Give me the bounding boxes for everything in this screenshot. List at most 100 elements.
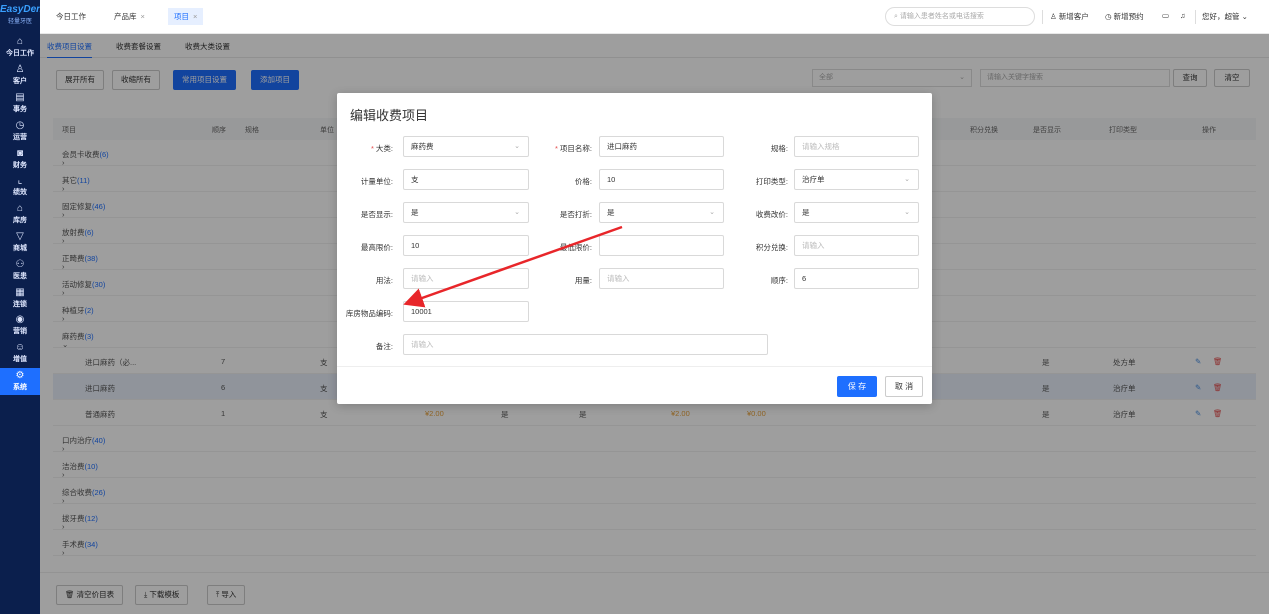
sidebar-item-label: 医患 [13,272,27,280]
nav-icon: ◉ [15,314,25,326]
sidebar-item[interactable]: ◙ 财务 [0,145,40,173]
top-bar: 今日工作 产品库 × 项目 × ⌕ 请输入患者姓名或电话搜索 ♙ 新增客户 ◷ 新增… [40,0,1269,34]
bell-icon[interactable]: ♫ [1180,11,1186,20]
price-change-select[interactable]: 是 ⌄ [794,202,919,223]
chevron-down-icon: ⌄ [514,209,520,216]
category-select[interactable]: 麻药费 ⌄ [403,136,529,157]
new-customer-label: 新增客户 [1058,12,1089,21]
print-type-label: 打印类型: [755,177,788,186]
category-label-text: 大类: [375,144,393,153]
sidebar-item[interactable]: ⚙ 系统 [0,367,40,396]
nav-icon: ▤ [15,91,25,103]
unit-input[interactable]: 支 [403,169,529,190]
order-input[interactable]: 6 [794,268,919,289]
sidebar-item-label: 商城 [13,244,27,252]
sidebar-item-label: 运营 [13,133,27,141]
tab-label: 产品库 [114,12,137,21]
sidebar: EasyDent 轻量牙医 ⌂ 今日工作 ♙ 客户 ▤ 事务 ◷ 运营 ◙ 财务 ⌞ 绩效 ⌂ 库房 ▽ 商城… [0,0,46,614]
save-button[interactable]: 保 存 [837,376,877,397]
show-label: 是否显示: [360,210,393,219]
sidebar-item[interactable]: ⌂ 库房 [0,201,40,229]
sidebar-item[interactable]: ▤ 事务 [0,90,40,118]
new-appointment-button[interactable]: ◷ 新增预约 [1105,11,1144,22]
dosage-label: 用量: [574,276,592,285]
sidebar-item-label: 连锁 [13,300,27,308]
sidebar-item[interactable]: ☺ 增值 [0,340,40,368]
user-plus-icon: ♙ [1050,12,1059,21]
max-price-input[interactable]: 10 [403,235,529,256]
tab-label: 今日工作 [56,12,86,21]
tab-today[interactable]: 今日工作 [50,8,92,25]
item-name-input[interactable]: 进口麻药 [599,136,724,157]
dosage-input[interactable]: 请输入 [599,268,724,289]
cancel-button[interactable]: 取 消 [885,376,923,397]
brand-subtitle: 轻量牙医 [7,19,32,25]
divider [1195,10,1196,24]
sidebar-item[interactable]: ▽ 商城 [0,229,40,257]
spec-label: 规格: [770,144,788,153]
price-change-label: 收费改价: [755,210,788,219]
nav-icon: ⌞ [17,175,23,187]
message-icon[interactable]: ▭ [1162,11,1169,20]
chevron-down-icon: ⌄ [904,209,910,216]
price-label: 价格: [574,177,592,186]
sidebar-item[interactable]: ⌞ 绩效 [0,173,40,201]
warehouse-code-input[interactable]: 10001 [403,301,529,322]
sidebar-item[interactable]: ⌂ 今日工作 [0,34,40,62]
sidebar-item-label: 营销 [13,328,27,336]
tab-label: 项目 [174,12,189,21]
chevron-down-icon: ⌄ [709,209,715,216]
max-price-label: 最高限价: [360,243,393,252]
item-name-label: * 项目名称: [522,143,592,154]
user-menu[interactable]: 您好，超管 ⌄ [1202,11,1248,22]
price-input[interactable]: 10 [599,169,724,190]
dialog-title: 编辑收费项目 [350,108,429,123]
sidebar-item[interactable]: ▦ 连锁 [0,284,40,312]
close-icon[interactable]: × [193,12,197,21]
patient-search-input[interactable]: ⌕ 请输入患者姓名或电话搜索 [885,7,1035,26]
sidebar-item[interactable]: ◉ 营销 [0,312,40,340]
calendar-plus-icon: ◷ [1105,12,1114,21]
chevron-down-icon: ⌄ [1241,12,1248,21]
spec-input[interactable]: 请输入规格 [794,136,919,157]
note-input[interactable]: 请输入 [403,334,768,355]
usage-input[interactable]: 请输入 [403,268,529,289]
unit-label: 计量单位: [360,177,393,186]
sidebar-item-label: 事务 [13,105,27,113]
show-select[interactable]: 是 ⌄ [403,202,529,223]
nav-icon: ▦ [15,286,25,298]
order-label: 顺序: [770,276,788,285]
points-input[interactable]: 请输入 [794,235,919,256]
points-label: 积分兑换: [755,243,788,252]
price-change-value: 是 [802,208,810,217]
chevron-down-icon: ⌄ [514,143,520,150]
discount-select[interactable]: 是 ⌄ [599,202,724,223]
min-price-label: 最低限价: [559,243,592,252]
note-label: 备注: [375,342,393,351]
new-customer-button[interactable]: ♙ 新增客户 [1050,11,1089,22]
sidebar-item[interactable]: ⚇ 医患 [0,256,40,284]
nav-icon: ⌂ [16,203,24,215]
category-value: 麻药费 [411,142,434,151]
required-mark: * [370,144,374,153]
discount-label: 是否打折: [559,210,592,219]
sidebar-item[interactable]: ◷ 运营 [0,117,40,145]
logo: EasyDent 轻量牙医 [0,0,46,34]
nav-icon: ◷ [15,119,25,131]
category-label: * 大类: [323,143,393,154]
close-icon[interactable]: × [141,12,145,21]
item-name-label-text: 项目名称: [559,144,592,153]
brand-name: EasyDent [0,4,46,15]
print-type-value: 治疗单 [802,175,825,184]
usage-label: 用法: [375,276,393,285]
nav-icon: ⚇ [15,258,25,270]
tab-items[interactable]: 项目 × [168,8,204,25]
nav-icon: ⚙ [15,369,25,381]
sidebar-item[interactable]: ♙ 客户 [0,62,40,90]
greeting: 您好，超管 [1202,12,1240,21]
tab-product-library[interactable]: 产品库 × [108,8,151,25]
min-price-input[interactable] [599,235,724,256]
sidebar-item-label: 库房 [13,217,27,225]
nav-icon: ▽ [16,230,24,242]
print-type-select[interactable]: 治疗单 ⌄ [794,169,919,190]
